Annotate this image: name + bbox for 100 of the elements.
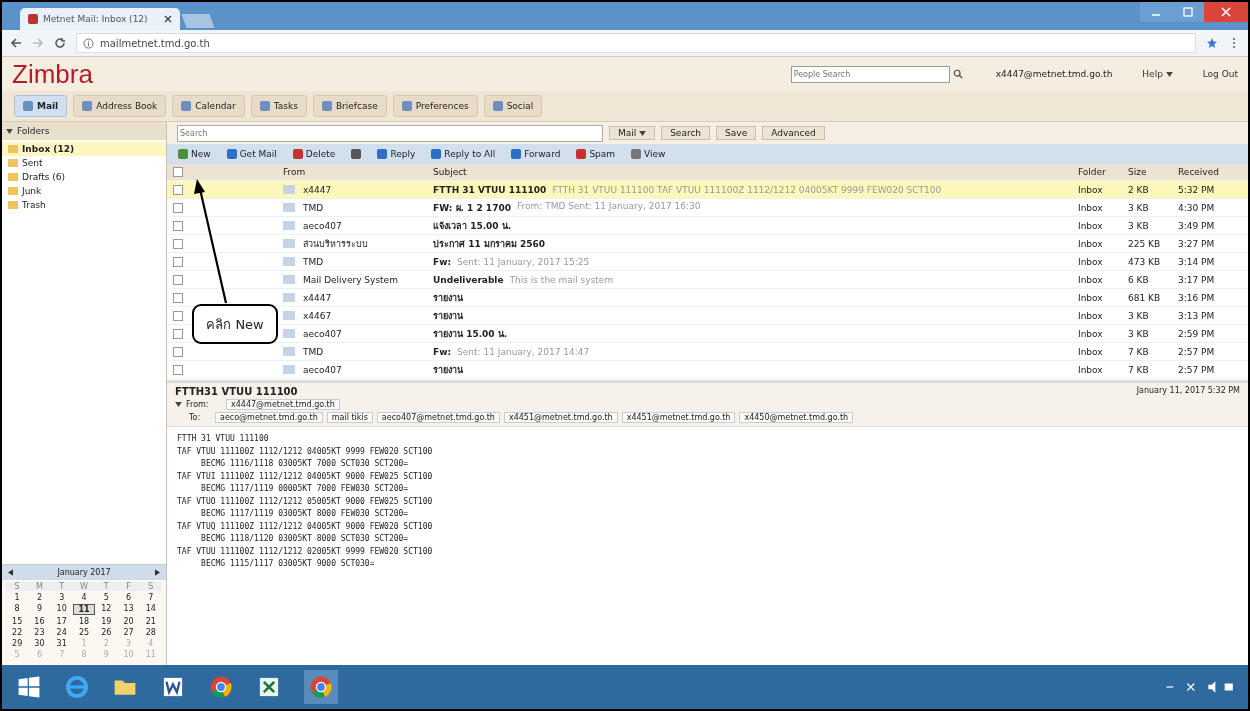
browser-tab[interactable]: Metnet Mail: Inbox (12) — [20, 8, 180, 30]
folder-item[interactable]: Trash — [2, 198, 166, 212]
calendar-day[interactable]: 15 — [6, 617, 29, 626]
toolbar-button[interactable]: View — [628, 148, 669, 160]
calendar-day[interactable]: 27 — [117, 628, 140, 637]
calendar-day[interactable]: 23 — [28, 628, 51, 637]
recipient-chip[interactable]: mail tikis — [326, 412, 373, 423]
folder-item[interactable]: Inbox (12) — [2, 142, 166, 156]
calendar-day[interactable]: 29 — [6, 639, 29, 648]
column-header[interactable]: Folder — [1078, 167, 1128, 177]
expand-caret-icon[interactable] — [175, 402, 182, 407]
app-tab[interactable]: Mail — [14, 95, 68, 117]
close-icon[interactable] — [164, 15, 172, 23]
search-bar-button[interactable]: Search — [661, 126, 711, 140]
app-tab[interactable]: Address Book — [73, 95, 167, 117]
row-checkbox[interactable] — [173, 220, 183, 231]
calendar-day[interactable]: 21 — [139, 617, 162, 626]
folder-item[interactable]: Drafts (6) — [2, 170, 166, 184]
toolbar-button[interactable]: Delete — [289, 148, 339, 160]
column-header[interactable]: Received — [1178, 167, 1248, 177]
calendar-day[interactable]: 13 — [117, 604, 140, 615]
new-tab-button[interactable] — [181, 14, 215, 28]
calendar-day[interactable]: 22 — [6, 628, 29, 637]
row-checkbox[interactable] — [173, 346, 183, 357]
forward-arrow-icon[interactable] — [32, 37, 44, 49]
message-row[interactable]: aeco407 รายงาน Inbox 7 KB 2:57 PM — [167, 361, 1248, 379]
recipient-chip[interactable]: x4450@metnet.tmd.go.th — [739, 412, 854, 423]
app-tab[interactable]: Social — [483, 95, 543, 117]
calendar-day[interactable]: 31 — [50, 639, 73, 648]
next-month-icon[interactable] — [155, 569, 160, 576]
column-header[interactable]: Size — [1128, 167, 1178, 177]
chrome-icon[interactable] — [304, 670, 338, 704]
app-tab[interactable]: Briefcase — [312, 95, 387, 117]
collapse-caret-icon[interactable] — [6, 128, 13, 134]
app-tab[interactable]: Calendar — [172, 95, 245, 117]
search-icon[interactable] — [952, 69, 963, 79]
calendar-day[interactable]: 25 — [72, 628, 96, 637]
calendar-day[interactable]: 5 — [95, 593, 118, 602]
recipient-chip[interactable]: x4451@metnet.tmd.go.th — [503, 412, 618, 423]
toolbar-button[interactable]: Forward — [508, 148, 564, 160]
log-out-link[interactable]: Log Out — [1202, 69, 1238, 79]
row-checkbox[interactable] — [173, 292, 183, 303]
calendar-day[interactable]: 17 — [50, 617, 73, 626]
search-bar-button[interactable]: Save — [716, 126, 757, 140]
row-checkbox[interactable] — [173, 310, 183, 321]
row-checkbox[interactable] — [173, 202, 183, 213]
row-checkbox[interactable] — [173, 184, 183, 195]
calendar-day[interactable]: 26 — [95, 628, 118, 637]
column-header[interactable]: Subject — [433, 167, 1078, 177]
calendar-day[interactable]: 2 — [28, 593, 51, 602]
row-checkbox[interactable] — [173, 256, 183, 267]
recipient-chip[interactable]: aeco@metnet.tmd.go.th — [215, 412, 323, 423]
search-scope-dropdown[interactable]: Mail — [609, 126, 656, 140]
message-row[interactable]: TMD Fw: Sent: 11 January, 2017 15:25 Inbox 473 KB 3:14 PM — [167, 253, 1248, 271]
calendar-day[interactable]: 16 — [28, 617, 51, 626]
search-bar-button[interactable]: Advanced — [762, 126, 825, 140]
browser-e-icon[interactable] — [64, 674, 90, 700]
toolbar-button[interactable]: New — [175, 148, 214, 160]
row-checkbox[interactable] — [173, 238, 183, 249]
message-row[interactable]: Mail Delivery System Undeliverable This is the mail system Inbox 6 KB 3:17 PM — [167, 271, 1248, 289]
calendar-day[interactable]: 8 — [6, 604, 29, 615]
calendar-day[interactable]: 18 — [72, 617, 96, 626]
calendar-day[interactable]: 1 — [6, 593, 29, 602]
calendar-day[interactable]: 12 — [95, 604, 118, 615]
recipient-chip[interactable]: aeco407@metnet.tmd.go.th — [376, 412, 500, 423]
calendar-day[interactable]: 6 — [117, 593, 140, 602]
row-checkbox[interactable] — [173, 274, 183, 285]
people-search-field[interactable]: People Search — [790, 65, 950, 83]
address-bar[interactable]: mailmetnet.tmd.go.th — [76, 33, 1196, 53]
calendar-day[interactable]: 4 — [72, 593, 96, 602]
minimize-icon[interactable] — [1140, 2, 1172, 22]
folder-item[interactable]: Junk — [2, 184, 166, 198]
maximize-icon[interactable] — [1172, 2, 1204, 22]
recipient-chip[interactable]: x4451@metnet.tmd.go.th — [621, 412, 736, 423]
star-icon[interactable] — [1206, 37, 1218, 49]
message-row[interactable]: TMD FW: ผ. 1 2 1700 From: TMD Sent: 11 January, 2017 16:30 Inbox 3 KB 4:30 PM — [167, 199, 1248, 217]
calendar-day[interactable]: 19 — [95, 617, 118, 626]
message-row[interactable]: ส่วนบริหารระบบ ประกาศ 11 มกราคม 2560 Inbox 225 KB 3:27 PM — [167, 235, 1248, 253]
column-header[interactable]: From — [283, 167, 433, 177]
row-checkbox[interactable] — [173, 328, 183, 339]
toolbar-button[interactable]: Get Mail — [223, 148, 280, 160]
calendar-day[interactable]: 10 — [50, 604, 73, 615]
app-tab[interactable]: Tasks — [250, 95, 307, 117]
calendar-day[interactable]: 14 — [139, 604, 162, 615]
system-tray-icons[interactable] — [1164, 680, 1234, 694]
back-arrow-icon[interactable] — [10, 37, 22, 49]
calendar-day[interactable]: 9 — [28, 604, 51, 615]
row-checkbox[interactable] — [173, 364, 183, 375]
windows-start-icon[interactable] — [16, 674, 42, 700]
search-field[interactable]: Search — [177, 124, 603, 142]
message-row[interactable]: x4447 FTTH 31 VTUU 111100 FTTH 31 VTUU 111100 TAF VTUU 111100Z 1112/1212 04005KT 9999 FEW020 SCT100 Inbox 2 KB 5:32 PM — [167, 181, 1248, 199]
toolbar-button[interactable]: Reply to All — [428, 148, 499, 160]
calendar-day[interactable]: 24 — [50, 628, 73, 637]
calendar-day[interactable]: 11 — [72, 604, 96, 615]
calendar-day[interactable]: 20 — [117, 617, 140, 626]
chrome-icon[interactable] — [208, 674, 234, 700]
toolbar-button[interactable]: Spam — [573, 148, 619, 160]
calendar-day[interactable]: 30 — [28, 639, 51, 648]
message-row[interactable]: TMD Fw: Sent: 11 January, 2017 14:47 Inbox 7 KB 2:57 PM — [167, 343, 1248, 361]
help-menu[interactable]: Help — [1142, 69, 1173, 79]
